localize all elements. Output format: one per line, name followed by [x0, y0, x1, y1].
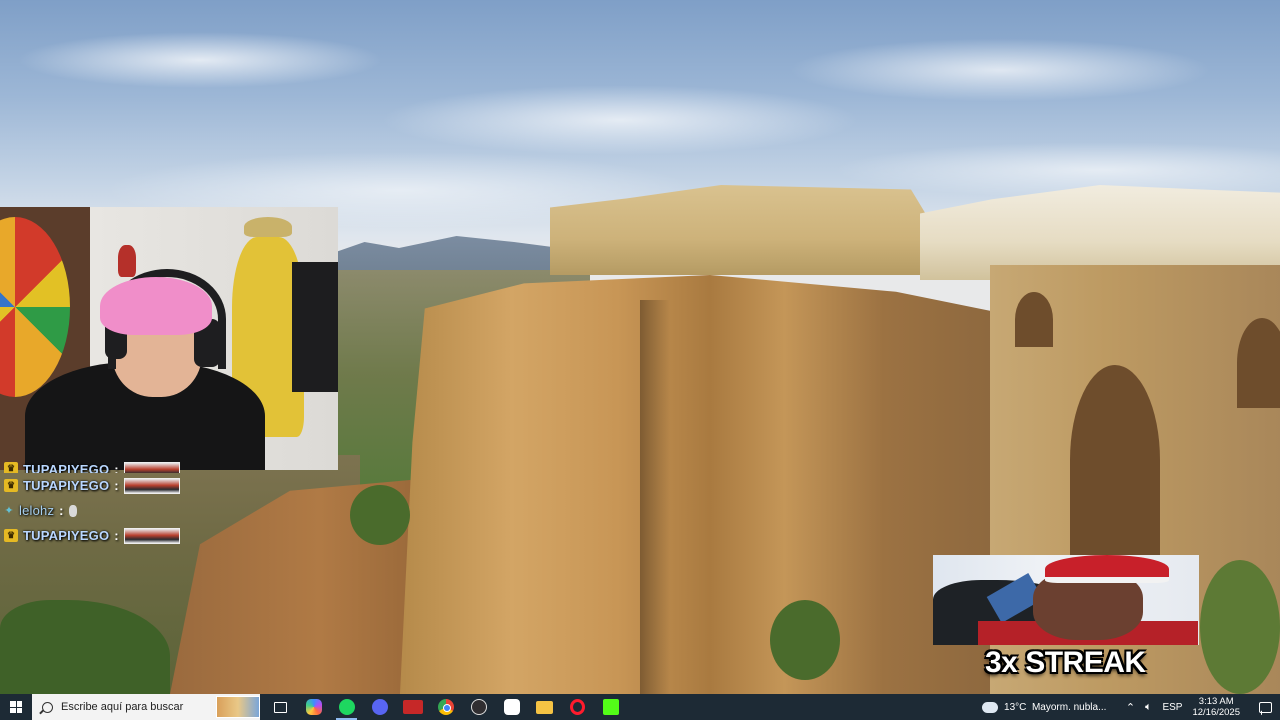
- chat-message: ♛ TUPAPIYEGO :: [0, 462, 200, 473]
- emote-image: [123, 462, 180, 473]
- sparkle-icon: ✦: [4, 505, 14, 517]
- chevron-up-icon[interactable]: ⌃: [1122, 701, 1138, 714]
- capcut-icon: [503, 699, 520, 715]
- chat-username: TUPAPIYEGO: [23, 528, 110, 543]
- chat-username: TUPAPIYEGO: [23, 462, 110, 473]
- copilot-button[interactable]: [297, 694, 330, 720]
- chat-separator: :: [114, 528, 119, 543]
- crown-icon: ♛: [4, 462, 18, 473]
- copilot-icon: [305, 699, 322, 715]
- chat-username: TUPAPIYEGO: [23, 478, 110, 493]
- opera-gx-button[interactable]: [561, 694, 594, 720]
- streak-video: [933, 555, 1199, 645]
- chat-message: ♛ TUPAPIYEGO :: [0, 473, 200, 498]
- task-view-button[interactable]: [264, 694, 297, 720]
- start-button[interactable]: [0, 694, 32, 720]
- crown-icon: ♛: [4, 529, 18, 542]
- chat-separator: :: [114, 478, 119, 493]
- chat-username: lelohz: [19, 503, 55, 518]
- discord-icon: [371, 699, 388, 715]
- chat-overlay: ♛ TUPAPIYEGO : ♛ TUPAPIYEGO : ✦ lelohz :…: [0, 462, 200, 562]
- chat-message: ♛ TUPAPIYEGO :: [0, 523, 200, 548]
- spotify-icon: [338, 699, 355, 715]
- weather-widget[interactable]: 13°C Mayorm. nubla...: [1004, 702, 1106, 713]
- figurine: [118, 245, 136, 277]
- wallpaper-cliff-shadow: [640, 300, 670, 694]
- monitor: [292, 262, 338, 392]
- temperature: 13°C: [1004, 701, 1027, 713]
- search-box[interactable]: Escribe aquí para buscar: [32, 694, 260, 720]
- wallpaper-tree: [1200, 560, 1280, 694]
- weather-cloud-icon[interactable]: [980, 698, 999, 713]
- streak-label: 3x STREAK: [985, 646, 1146, 679]
- search-highlight-image[interactable]: [216, 696, 260, 718]
- clock-time: 3:13 AM: [1198, 696, 1234, 707]
- file-explorer-button[interactable]: [528, 694, 561, 720]
- wallpaper-tree: [770, 600, 840, 680]
- notification-icon: [1258, 701, 1272, 713]
- chat-separator: :: [114, 462, 119, 473]
- chrome-button[interactable]: [429, 694, 462, 720]
- capcut-button[interactable]: [495, 694, 528, 720]
- pink-cap: [100, 277, 212, 335]
- emote-image: [68, 504, 77, 517]
- kick-button[interactable]: [594, 694, 627, 720]
- opera-gx-icon: [570, 699, 585, 715]
- webcam-overlay: [0, 207, 338, 470]
- voicemeeter-icon: [402, 700, 423, 714]
- obs-icon: [470, 699, 487, 715]
- obs-button[interactable]: [462, 694, 495, 720]
- crown-icon: ♛: [4, 479, 18, 492]
- notification-button[interactable]: [1250, 694, 1280, 720]
- language-indicator[interactable]: ESP: [1162, 702, 1182, 713]
- speaker-icon[interactable]: 🔈︎: [1140, 701, 1156, 714]
- weather-description: Mayorm. nubla...: [1031, 701, 1107, 713]
- chat-message: ✦ lelohz :: [0, 498, 200, 523]
- taskbar: Escribe aquí para buscar 13°C Mayorm. nu…: [0, 694, 1280, 720]
- wallpaper-tree: [350, 485, 410, 545]
- chrome-icon: [437, 699, 454, 715]
- clock-date: 12/16/2025: [1192, 707, 1240, 718]
- chat-separator: :: [59, 503, 64, 518]
- kick-icon: [602, 699, 619, 715]
- spotify-button[interactable]: [330, 694, 363, 720]
- bridge-arch: [1070, 365, 1160, 555]
- emote-image: [123, 477, 180, 494]
- emote-image: [123, 527, 180, 544]
- clock[interactable]: 3:13 AM 12/16/2025: [1192, 696, 1240, 718]
- task-view-icon: [274, 701, 287, 713]
- voicemeeter-button[interactable]: [396, 694, 429, 720]
- system-tray: 13°C Mayorm. nubla... ⌃ 🔈︎ ESP 3:13 AM 1…: [980, 694, 1280, 720]
- costume-hat: [244, 217, 292, 237]
- search-icon: [42, 701, 53, 713]
- santa-hat: [1045, 555, 1169, 583]
- prize-wheel: [0, 217, 70, 397]
- file-explorer-icon: [536, 700, 553, 714]
- bridge-arch: [1237, 318, 1280, 408]
- wallpaper-cliff: [400, 275, 1020, 694]
- bridge-arch: [1015, 292, 1053, 347]
- windows-icon: [10, 701, 22, 713]
- discord-button[interactable]: [363, 694, 396, 720]
- search-placeholder: Escribe aquí para buscar: [61, 701, 184, 713]
